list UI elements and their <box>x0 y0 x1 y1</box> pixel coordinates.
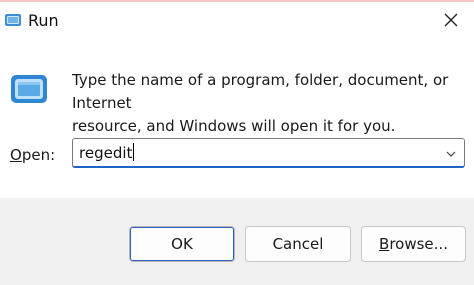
run-program-icon <box>10 73 48 105</box>
run-dialog: Run Type the name of a program, folder, … <box>0 0 474 285</box>
window-title: Run <box>28 11 59 30</box>
run-icon <box>4 11 22 29</box>
open-input[interactable]: regedit <box>79 143 135 163</box>
browse-button[interactable]: Browse... <box>361 226 466 262</box>
close-icon <box>444 12 458 31</box>
title-bar[interactable]: Run <box>0 0 474 40</box>
chevron-down-icon[interactable] <box>444 146 458 160</box>
open-label-rest: pen: <box>21 146 56 164</box>
instruction-line-1: Type the name of a program, folder, docu… <box>72 71 449 112</box>
cancel-button[interactable]: Cancel <box>245 226 351 262</box>
text-cursor <box>133 143 135 161</box>
open-label: Open: <box>10 145 55 165</box>
browse-accesskey: B <box>379 235 390 253</box>
browse-label-rest: rowse... <box>389 235 448 253</box>
instruction-text: Type the name of a program, folder, docu… <box>72 69 462 138</box>
open-label-accesskey: O <box>10 146 22 164</box>
instruction-line-2: resource, and Windows will open it for y… <box>72 117 396 135</box>
ok-button[interactable]: OK <box>129 226 235 262</box>
close-button[interactable] <box>428 2 474 40</box>
open-combobox[interactable]: regedit <box>72 138 465 168</box>
open-input-value: regedit <box>79 144 133 162</box>
